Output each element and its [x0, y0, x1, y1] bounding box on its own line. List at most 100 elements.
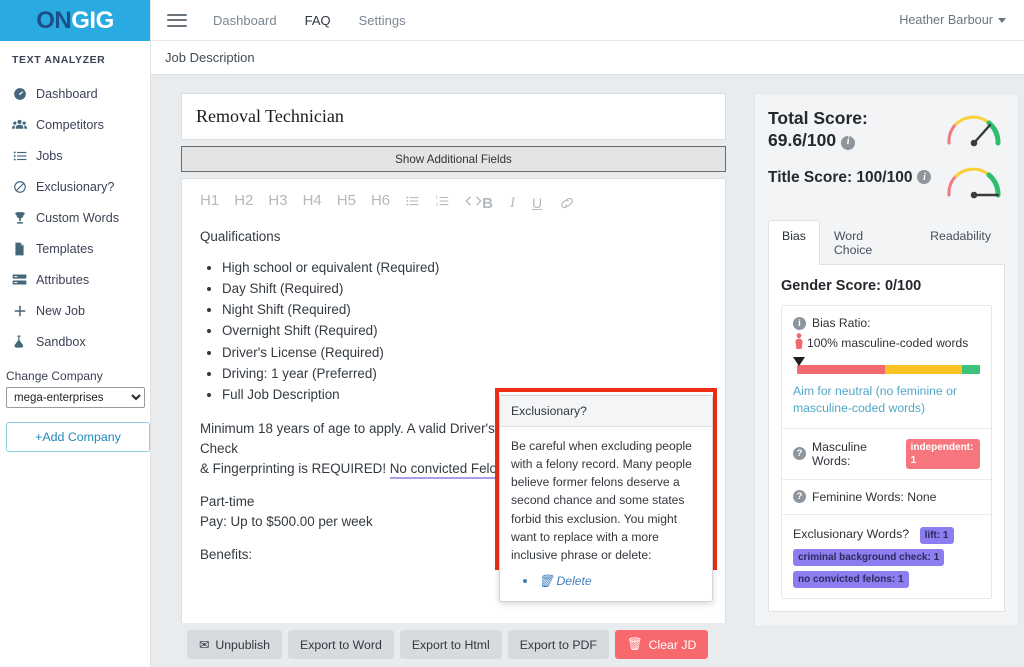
- info-icon[interactable]: i: [793, 316, 806, 330]
- tab-readability[interactable]: Readability: [916, 220, 1005, 265]
- logo-on-part: ON: [36, 6, 72, 34]
- bias-ratio-bar: [793, 357, 980, 374]
- underline-button[interactable]: U: [532, 195, 542, 211]
- svg-text:2: 2: [436, 201, 439, 206]
- score-card: Total Score: 69.6/100 i Title Score: 100/…: [754, 93, 1019, 627]
- masculine-words-label: Masculine Words:: [812, 439, 867, 468]
- sidebar-item-label: Competitors: [36, 117, 104, 132]
- info-icon[interactable]: i: [841, 135, 856, 150]
- exclusionary-phrase-highlight[interactable]: No convicted Felons!: [389, 461, 515, 480]
- show-additional-fields-button[interactable]: Show Additional Fields: [181, 146, 726, 172]
- feminine-words-label: Feminine Words: None: [812, 489, 937, 504]
- button-label: Export to Html: [411, 637, 490, 652]
- status-badge[interactable]: lift: 1: [919, 526, 954, 544]
- list-item: Overnight Shift (Required): [222, 321, 707, 341]
- bar-segment-yellow: [884, 365, 962, 374]
- bias-details-box: i Bias Ratio: 100% masculine-coded words: [781, 305, 992, 599]
- status-badge[interactable]: criminal background check: 1: [793, 548, 945, 566]
- add-company-button[interactable]: +Add Company: [6, 422, 150, 452]
- bold-button[interactable]: B: [482, 195, 493, 212]
- numbered-list-icon[interactable]: 12: [435, 194, 450, 208]
- people-icon: [12, 117, 27, 132]
- link-icon[interactable]: [559, 196, 575, 210]
- sidebar-item-label: Dashboard: [36, 86, 98, 101]
- job-title-input[interactable]: Removal Technician: [181, 93, 726, 140]
- status-badge[interactable]: no convicted felons: 1: [793, 570, 909, 588]
- editor-toolbar-row-headings: H1 H2 H3 H4 H5 H6 12: [200, 193, 482, 208]
- score-tabs: Bias Word Choice Readability: [768, 220, 1005, 265]
- sidebar-item-label: New Job: [36, 303, 85, 318]
- chevron-down-icon: [998, 17, 1006, 23]
- heading-3-button[interactable]: H3: [268, 193, 287, 208]
- masculine-words-row: ? Masculine Words: independent: 1: [793, 438, 980, 469]
- masculine-words-section: ? Masculine Words: independent: 1: [782, 427, 991, 479]
- info-icon[interactable]: i: [917, 170, 932, 185]
- unpublish-button[interactable]: ✉ Unpublish: [187, 630, 283, 659]
- sidebar-item-sandbox[interactable]: Sandbox: [0, 326, 150, 357]
- button-label: Export to Word: [300, 637, 382, 652]
- code-icon[interactable]: [465, 194, 482, 208]
- heading-2-button[interactable]: H2: [234, 193, 253, 208]
- page-title: Job Description: [165, 50, 255, 65]
- status-badge[interactable]: independent: 1: [905, 438, 980, 469]
- user-menu[interactable]: Heather Barbour: [899, 13, 1006, 27]
- fingerprinting-text: & Fingerprinting is REQUIRED!: [200, 461, 390, 477]
- feminine-words-row: ? Feminine Words: None: [793, 490, 980, 504]
- sidebar-item-dashboard[interactable]: Dashboard: [0, 78, 150, 109]
- total-score-value: 69.6/100: [768, 130, 837, 151]
- gauge-icon: [943, 161, 1005, 204]
- topnav-item-dashboard[interactable]: Dashboard: [213, 13, 277, 28]
- topnav-item-settings[interactable]: Settings: [359, 13, 406, 28]
- sidebar-item-label: Exclusionary?: [36, 179, 115, 194]
- gender-score: Gender Score: 0/100: [781, 278, 922, 294]
- total-score-row: Total Score: 69.6/100 i Title Score: 100/…: [768, 107, 1005, 204]
- sidebar-item-attributes[interactable]: Attributes: [0, 264, 150, 295]
- topnav-item-faq[interactable]: FAQ: [305, 13, 331, 28]
- sidebar-item-exclusionary[interactable]: Exclusionary?: [0, 171, 150, 202]
- bias-ratio-pointer: [793, 357, 805, 366]
- sidebar-item-jobs[interactable]: Jobs: [0, 140, 150, 171]
- bullet-list-icon[interactable]: [405, 194, 420, 208]
- score-text-block: Total Score: 69.6/100 i Title Score: 100/…: [768, 107, 932, 187]
- heading-6-button[interactable]: H6: [371, 193, 390, 208]
- svg-text:1: 1: [436, 194, 439, 199]
- hamburger-icon[interactable]: [167, 10, 187, 30]
- button-label: Clear JD: [648, 637, 697, 652]
- exclusionary-badge-list: criminal background check: 1 no convicte…: [793, 548, 980, 588]
- export-to-html-button[interactable]: Export to Html: [399, 630, 502, 659]
- app-logo[interactable]: ONGIG: [0, 0, 150, 41]
- sidebar: ONGIG TEXT ANALYZER Dashboard Competitor…: [0, 0, 151, 667]
- bias-ratio-label-row: i Bias Ratio:: [793, 316, 980, 330]
- envelope-icon: ✉: [199, 637, 210, 652]
- export-to-pdf-button[interactable]: Export to PDF: [507, 630, 609, 659]
- breadcrumb: Job Description: [151, 41, 1024, 75]
- popup-body-text: Be careful when excluding people with a …: [511, 439, 692, 562]
- total-score: Total Score: 69.6/100 i: [768, 107, 931, 152]
- company-select[interactable]: mega-enterprises: [6, 387, 145, 408]
- server-icon: [12, 272, 27, 287]
- sidebar-item-custom-words[interactable]: Custom Words: [0, 202, 150, 233]
- tab-word-choice[interactable]: Word Choice: [820, 220, 916, 265]
- sidebar-item-label: Templates: [36, 241, 94, 256]
- export-to-word-button[interactable]: Export to Word: [288, 630, 394, 659]
- italic-button[interactable]: I: [510, 195, 515, 212]
- delete-link[interactable]: 🗑 Delete: [538, 574, 592, 588]
- topbar: Dashboard FAQ Settings Heather Barbour: [151, 0, 1024, 41]
- tab-bias[interactable]: Bias: [768, 220, 820, 265]
- sidebar-item-templates[interactable]: Templates: [0, 233, 150, 264]
- bias-bar-track: [797, 365, 980, 374]
- heading-1-button[interactable]: H1: [200, 193, 219, 208]
- editor-toolbar-row-format: B I U: [482, 193, 575, 213]
- clear-jd-button[interactable]: 🗑 Clear JD: [614, 630, 709, 659]
- heading-4-button[interactable]: H4: [303, 193, 322, 208]
- heading-5-button[interactable]: H5: [337, 193, 356, 208]
- editor-action-bar: ✉ Unpublish Export to Word Export to Htm…: [181, 623, 726, 667]
- sidebar-item-new-job[interactable]: New Job: [0, 295, 150, 326]
- help-icon[interactable]: ?: [793, 447, 806, 461]
- main-column: Dashboard FAQ Settings Heather Barbour J…: [151, 0, 1024, 667]
- logo-text: ONGIG: [36, 7, 114, 35]
- sidebar-item-competitors[interactable]: Competitors: [0, 109, 150, 140]
- feminine-words-section: ? Feminine Words: None: [782, 478, 991, 514]
- sidebar-item-label: Sandbox: [36, 334, 86, 349]
- help-icon[interactable]: ?: [793, 490, 806, 504]
